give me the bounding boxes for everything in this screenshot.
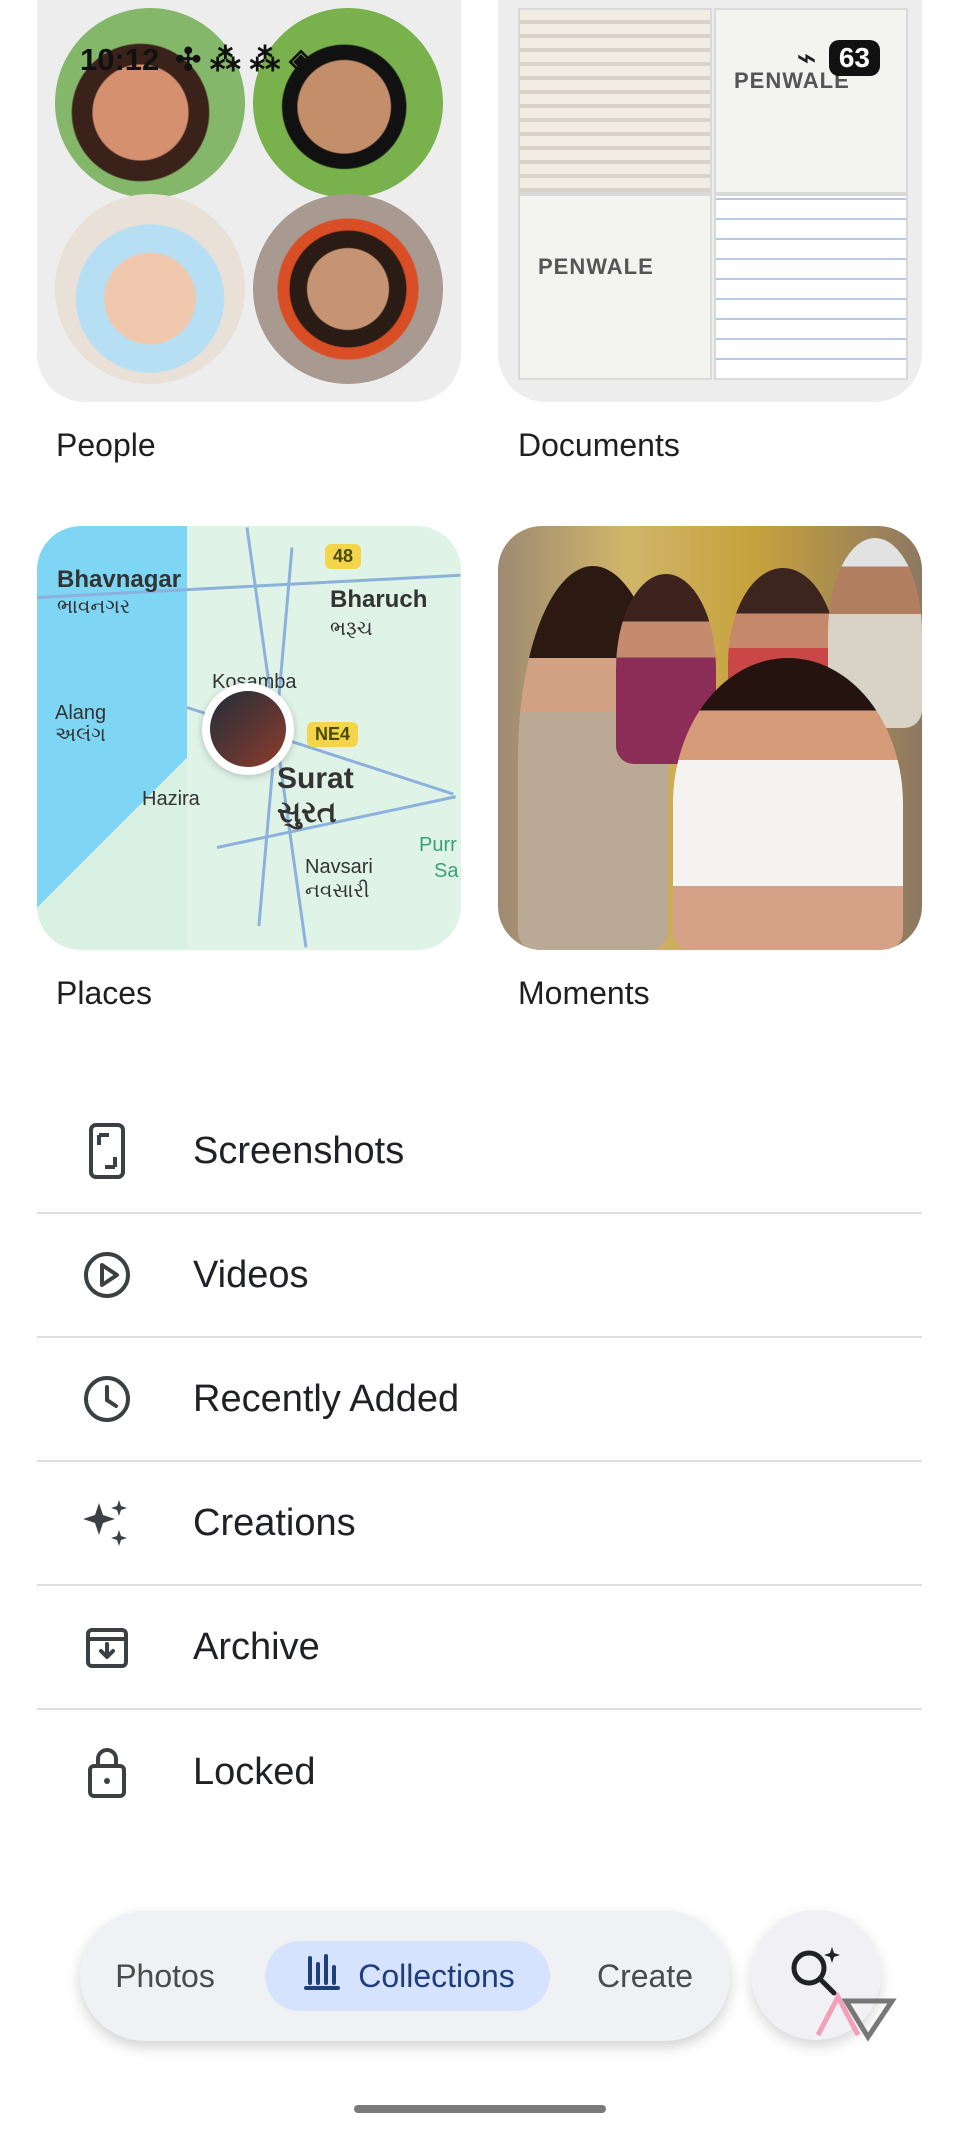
- map-label: Bharuch: [330, 586, 428, 613]
- document-thumbnail-4: [714, 194, 908, 380]
- screenshot-icon: [63, 1107, 151, 1195]
- sparkle-icon: [63, 1479, 151, 1567]
- locked-label: Locked: [193, 1750, 316, 1793]
- document-thumbnail-1: [518, 8, 712, 194]
- map-label: Navsari: [305, 856, 373, 878]
- bottom-navigation: Photos Collections Create: [80, 1911, 730, 2041]
- battery-indicator: 63: [828, 40, 880, 76]
- archive-list-item[interactable]: Archive: [37, 1586, 922, 1710]
- recently-added-label: Recently Added: [193, 1377, 460, 1420]
- moment-child: [673, 658, 903, 950]
- person-thumbnail-4: [253, 194, 443, 384]
- creations-label: Creations: [193, 1501, 356, 1544]
- map-label: ભાવનગર: [57, 596, 131, 618]
- person-thumbnail-3: [55, 194, 245, 384]
- videos-list-item[interactable]: Videos: [37, 1214, 922, 1338]
- document-brand: PENWALE: [538, 254, 654, 279]
- utility-collections-list: Screenshots Videos Recently Added Creati…: [37, 1090, 922, 1834]
- archive-label: Archive: [193, 1625, 320, 1668]
- people-label: People: [56, 427, 156, 463]
- nav-create-label: Create: [596, 1957, 694, 1994]
- documents-label: Documents: [518, 427, 680, 463]
- nav-photos[interactable]: Photos: [100, 1941, 230, 2011]
- clock-icon: [63, 1355, 151, 1443]
- map-label: Sa: [434, 860, 459, 882]
- recently-added-list-item[interactable]: Recently Added: [37, 1338, 922, 1462]
- status-time: 10:12: [80, 42, 160, 77]
- map-label: Alang: [55, 702, 107, 724]
- map-label: ભરૂચ: [330, 618, 373, 640]
- nav-photos-label: Photos: [115, 1957, 215, 1994]
- document-thumbnail-3: PENWALE: [518, 194, 712, 380]
- nav-collections-label: Collections: [358, 1957, 515, 1994]
- nav-create[interactable]: Create: [580, 1941, 710, 2011]
- map-road-badge: 48: [325, 544, 362, 569]
- screenshots-list-item[interactable]: Screenshots: [37, 1090, 922, 1214]
- creations-list-item[interactable]: Creations: [37, 1462, 922, 1586]
- map-label: Bhavnagar: [57, 566, 182, 593]
- map-label: સુરત: [277, 796, 337, 829]
- status-bar-left: 10:12 ✣ ⁂ ⁂ ◈: [80, 40, 313, 80]
- lock-icon: [63, 1728, 151, 1816]
- map-label: નવસારી: [305, 880, 370, 902]
- status-app-icons: ✣ ⁂ ⁂ ◈: [175, 42, 313, 77]
- map-label: Surat: [277, 762, 354, 795]
- videos-label: Videos: [193, 1253, 309, 1296]
- screenshots-label: Screenshots: [193, 1129, 405, 1172]
- map-label: Purr: [419, 834, 457, 856]
- moments-collection-card[interactable]: [498, 526, 922, 950]
- document-thumbnail-2: PENWALE: [714, 8, 908, 194]
- map-label: અલંગ: [55, 724, 106, 746]
- collections-icon: [300, 1950, 344, 2002]
- moments-label: Moments: [518, 975, 650, 1011]
- watermark-logo-icon: [815, 1991, 897, 2042]
- archive-icon: [63, 1603, 151, 1691]
- nav-collections[interactable]: Collections: [265, 1941, 550, 2011]
- status-bar-right: ⌁ 63: [796, 38, 880, 78]
- home-indicator[interactable]: [354, 2105, 606, 2113]
- person-thumbnail-1: [55, 8, 245, 198]
- places-label: Places: [56, 975, 153, 1011]
- locked-list-item[interactable]: Locked: [37, 1710, 922, 1834]
- map-label: Hazira: [142, 788, 200, 810]
- place-photo-pin[interactable]: [202, 683, 294, 775]
- places-collection-card[interactable]: 48 NE4 Bhavnagar ભાવનગર Bharuch ભરૂચ Kos…: [37, 526, 461, 950]
- map-road-badge: NE4: [307, 722, 359, 747]
- play-circle-icon: [63, 1231, 151, 1319]
- person-thumbnail-2: [253, 8, 443, 198]
- wifi-icon: ⌁: [796, 39, 817, 77]
